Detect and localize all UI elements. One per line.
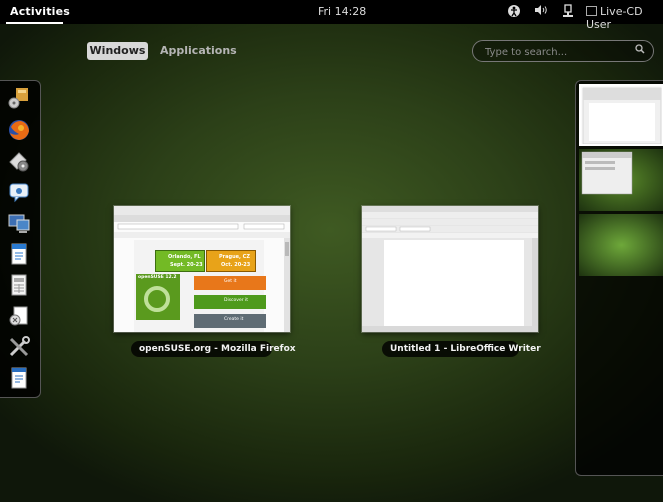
writer-window-preview xyxy=(362,206,538,332)
display-icon[interactable] xyxy=(8,212,30,234)
power-icon[interactable] xyxy=(563,3,573,22)
firefox-icon[interactable] xyxy=(8,119,30,141)
event-prague-banner[interactable]: Prague, CZ Oct. 20-23 xyxy=(206,250,256,272)
get-it-button[interactable]: Get it xyxy=(194,276,266,290)
discover-it-label: Discover it xyxy=(224,298,249,303)
event-orlando-banner[interactable]: Orlando, FL Sept. 20-23 xyxy=(155,250,205,272)
document-icon[interactable] xyxy=(8,305,30,327)
event-prague-city: Prague, CZ xyxy=(219,254,250,260)
search-icon xyxy=(635,44,645,54)
workspace-1[interactable] xyxy=(579,84,663,146)
disk-icon[interactable] xyxy=(8,150,30,172)
event-orlando-city: Orlando, FL xyxy=(168,254,201,260)
event-prague-date: Oct. 20-23 xyxy=(221,262,251,268)
create-it-label: Create it xyxy=(224,317,244,322)
search-input[interactable] xyxy=(483,43,627,61)
create-it-button[interactable]: Create it xyxy=(194,314,266,328)
chat-icon[interactable] xyxy=(8,181,30,203)
activities-button[interactable]: Activities xyxy=(10,5,70,18)
installer-icon[interactable] xyxy=(8,87,30,109)
text-editor-icon[interactable] xyxy=(8,367,30,389)
get-it-label: Get it xyxy=(224,279,237,284)
workspace-2[interactable] xyxy=(579,149,663,211)
workspace-1-preview xyxy=(581,86,662,144)
tools-icon[interactable] xyxy=(8,336,30,358)
firefox-window-thumbnail[interactable]: Orlando, FL Sept. 20-23 Prague, CZ Oct. … xyxy=(114,206,290,332)
release-logo xyxy=(144,286,170,312)
workspace-3[interactable] xyxy=(579,214,663,276)
activities-indicator xyxy=(6,22,63,24)
window-caption-firefox[interactable]: openSUSE.org - Mozilla Firefox xyxy=(131,341,296,357)
workspace-switcher xyxy=(575,80,663,476)
user-icon xyxy=(586,6,597,16)
release-title: openSUSE 12.2 xyxy=(138,275,177,280)
workspace-2-preview xyxy=(579,149,663,211)
clock[interactable]: Fri 14:28 xyxy=(318,5,366,18)
calc-icon[interactable] xyxy=(8,274,30,296)
writer-icon[interactable] xyxy=(8,243,30,265)
tab-applications[interactable]: Applications xyxy=(160,42,240,60)
event-orlando-date: Sept. 20-23 xyxy=(170,262,203,268)
accessibility-icon[interactable] xyxy=(507,3,521,22)
search-box[interactable] xyxy=(472,40,654,62)
writer-window-thumbnail[interactable] xyxy=(362,206,538,332)
user-menu[interactable]: Live-CD User xyxy=(586,5,663,31)
volume-icon[interactable] xyxy=(534,4,548,19)
dash xyxy=(0,80,41,398)
window-caption-writer[interactable]: Untitled 1 - LibreOffice Writer xyxy=(382,341,541,357)
workspace-3-preview xyxy=(579,214,663,276)
release-promo[interactable]: openSUSE 12.2 xyxy=(136,274,180,320)
tab-windows[interactable]: Windows xyxy=(87,42,148,60)
discover-it-button[interactable]: Discover it xyxy=(194,295,266,309)
top-panel: Activities Fri 14:28 Live-CD User xyxy=(0,0,663,31)
